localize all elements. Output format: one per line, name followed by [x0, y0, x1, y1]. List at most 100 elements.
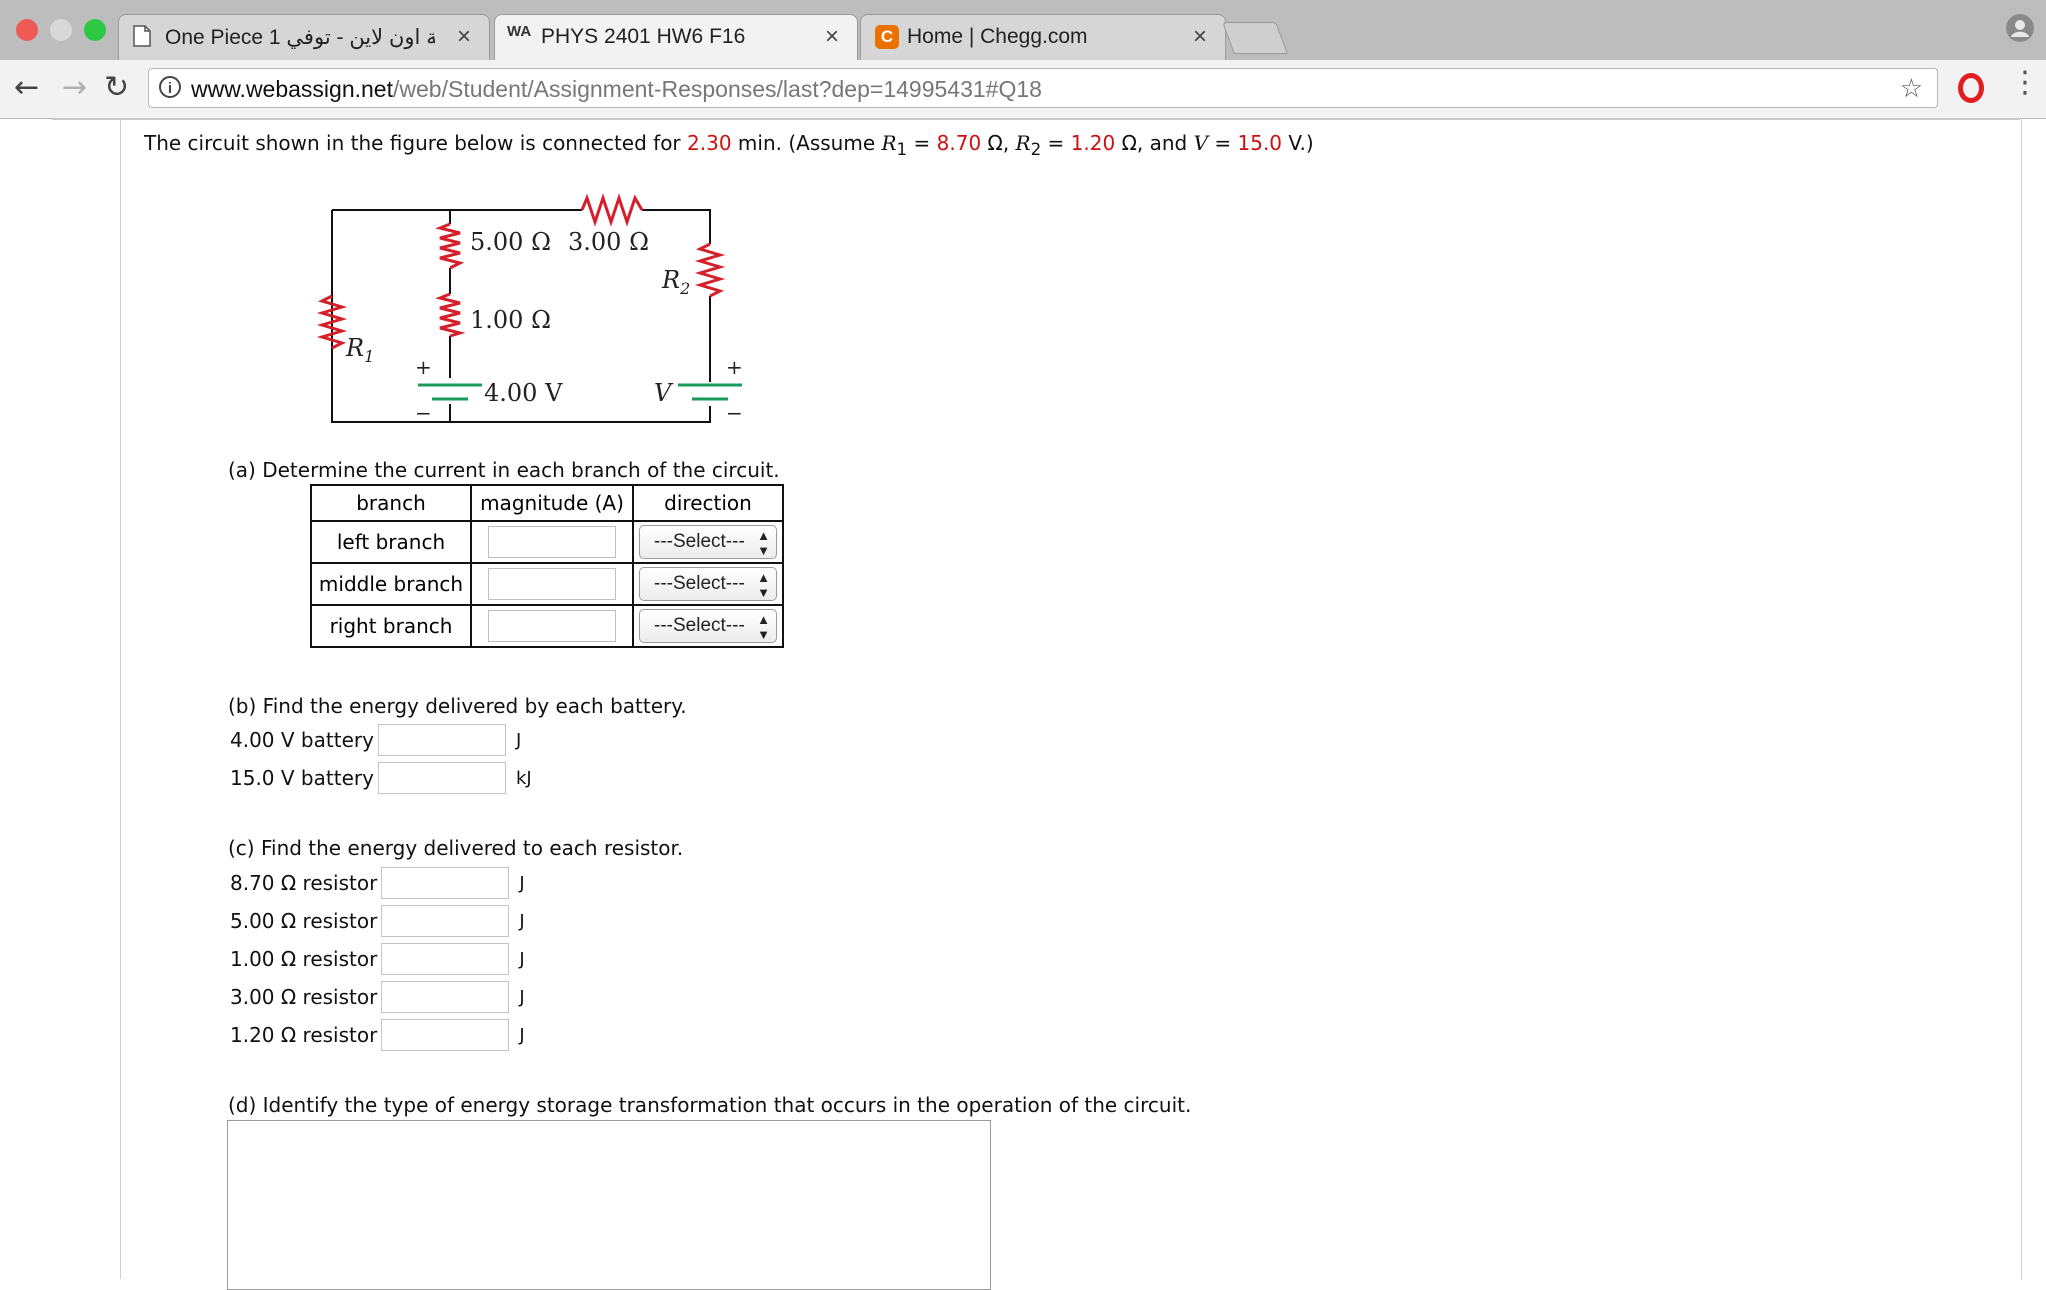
plus-right: +: [726, 355, 743, 379]
given-time: 2.30: [687, 131, 732, 155]
label-4v: 4.00 V: [484, 379, 563, 407]
resistor-r2: [694, 242, 726, 298]
given-v: 15.0: [1237, 131, 1283, 155]
close-icon[interactable]: ×: [457, 23, 471, 51]
webassign-icon: WA: [507, 23, 532, 40]
battery-label: 15.0 V battery: [230, 766, 374, 790]
reload-icon[interactable]: ↻: [104, 70, 129, 105]
label-r2: R2: [661, 266, 690, 298]
resistor-label: 1.00 Ω resistor: [230, 947, 378, 971]
resistor-1-00-energy-input[interactable]: [381, 943, 510, 975]
energy-transformation-textarea[interactable]: [227, 1120, 991, 1290]
part-d-prompt: (d) Identify the type of energy storage …: [228, 1093, 1192, 1117]
branch-label: right branch: [310, 604, 472, 648]
select-arrows-icon: ▲ ▼: [757, 528, 770, 558]
left-branch-magnitude-input[interactable]: [488, 526, 616, 558]
unit-label: J: [519, 986, 525, 1008]
resistor-1ohm: [435, 292, 466, 338]
unit-label: J: [519, 910, 525, 932]
branch-label: left branch: [310, 520, 472, 564]
tab-title: One Piece مترجمة اون لاين - توفي 1: [165, 26, 435, 49]
star-icon[interactable]: ☆: [1900, 73, 1923, 104]
unit-label: J: [519, 948, 525, 970]
header-direction: direction: [632, 484, 784, 522]
tab-chegg[interactable]: C Home | Chegg.com ×: [860, 14, 1226, 60]
tab-strip: One Piece مترجمة اون لاين - توفي 1 × WA …: [0, 0, 2046, 60]
question-text: The circuit shown in the figure below is…: [144, 131, 1314, 159]
part-c-prompt: (c) Find the energy delivered to each re…: [228, 836, 684, 860]
info-icon[interactable]: i: [159, 76, 181, 98]
resistor-label: 8.70 Ω resistor: [230, 871, 378, 895]
table-row: left branch ---Select--- ▲ ▼: [310, 520, 784, 564]
label-5ohm: 5.00 Ω: [470, 228, 551, 256]
profile-icon[interactable]: [2006, 14, 2034, 42]
battery-4v-energy-input[interactable]: [377, 724, 506, 756]
new-tab-button[interactable]: [1222, 22, 1288, 54]
tab-one-piece[interactable]: One Piece مترجمة اون لاين - توفي 1 ×: [118, 14, 490, 60]
resistor-3-00-energy-input[interactable]: [381, 981, 510, 1013]
resistor-label: 3.00 Ω resistor: [230, 985, 378, 1009]
unit-label: J: [515, 729, 522, 751]
circuit-diagram: 5.00 Ω 3.00 Ω 1.00 Ω 4.00 V R1 R2 V + − …: [316, 193, 743, 425]
middle-branch-magnitude-input[interactable]: [488, 568, 616, 600]
select-arrows-icon: ▲ ▼: [757, 612, 770, 642]
resistor-5-00-energy-input[interactable]: [381, 905, 510, 937]
unit-label: kJ: [515, 767, 532, 789]
resistor-row: 5.00 Ω resistor J: [230, 905, 525, 937]
table-row: middle branch ---Select--- ▲ ▼: [310, 562, 784, 606]
resistor-row: 1.00 Ω resistor J: [230, 943, 525, 975]
header-magnitude: magnitude (A): [470, 484, 634, 522]
label-3ohm: 3.00 Ω: [568, 228, 649, 256]
tab-title: Home | Chegg.com: [907, 25, 1088, 48]
opera-icon[interactable]: [1958, 73, 1984, 103]
close-icon[interactable]: ×: [825, 23, 839, 51]
tab-phys-hw[interactable]: WA PHYS 2401 HW6 F16 ×: [494, 14, 858, 60]
document-icon: [133, 25, 155, 49]
resistor-label: 1.20 Ω resistor: [230, 1023, 378, 1047]
unit-label: J: [519, 872, 525, 894]
branch-table: branch magnitude (A) direction left bran…: [310, 484, 784, 648]
resistor-row: 1.20 Ω resistor J: [230, 1019, 525, 1051]
forward-icon[interactable]: →: [62, 70, 87, 105]
part-a-prompt: (a) Determine the current in each branch…: [228, 458, 780, 482]
divider: [52, 118, 2020, 120]
minus-right: −: [726, 401, 743, 425]
right-branch-magnitude-input[interactable]: [488, 610, 616, 642]
back-icon[interactable]: ←: [14, 70, 39, 105]
battery-row: 4.00 V battery J: [230, 724, 521, 756]
label-r1: R1: [345, 334, 374, 366]
battery-15v-energy-input[interactable]: [377, 762, 506, 794]
right-branch-direction-select[interactable]: ---Select--- ▲ ▼: [639, 609, 777, 643]
chegg-icon: C: [875, 25, 899, 49]
unit-label: J: [519, 1024, 525, 1046]
battery-label: 4.00 V battery: [230, 728, 374, 752]
table-row: right branch ---Select--- ▲ ▼: [310, 604, 784, 648]
address-bar[interactable]: i www.webassign.net/web/Student/Assignme…: [148, 68, 1938, 108]
branch-label: middle branch: [310, 562, 472, 606]
resistor-label: 5.00 Ω resistor: [230, 909, 378, 933]
given-r2: 1.20: [1070, 131, 1116, 155]
left-branch-direction-select[interactable]: ---Select--- ▲ ▼: [639, 525, 777, 559]
label-v: V: [654, 379, 674, 407]
header-branch: branch: [310, 484, 472, 522]
middle-branch-direction-select[interactable]: ---Select--- ▲ ▼: [639, 567, 777, 601]
close-icon[interactable]: ×: [1193, 23, 1207, 51]
battery-row: 15.0 V battery kJ: [230, 762, 532, 794]
plus-left: +: [415, 355, 432, 379]
resistor-top: [580, 193, 644, 227]
close-window-button[interactable]: [16, 19, 38, 41]
tab-title: PHYS 2401 HW6 F16: [541, 25, 746, 48]
browser-toolbar: ← → ↻ i www.webassign.net/web/Student/As…: [0, 60, 2046, 119]
resistor-8-70-energy-input[interactable]: [381, 867, 510, 899]
select-arrows-icon: ▲ ▼: [757, 570, 770, 600]
label-1ohm: 1.00 Ω: [470, 306, 551, 334]
resistor-r1: [316, 294, 348, 350]
part-b-prompt: (b) Find the energy delivered by each ba…: [228, 694, 687, 718]
resistor-1-20-energy-input[interactable]: [381, 1019, 510, 1051]
minimize-window-button[interactable]: [50, 19, 72, 41]
resistor-row: 8.70 Ω resistor J: [230, 867, 525, 899]
menu-icon[interactable]: ⋮: [2010, 68, 2040, 98]
resistor-5ohm: [435, 222, 465, 270]
minus-left: −: [415, 401, 432, 425]
zoom-window-button[interactable]: [84, 19, 106, 41]
